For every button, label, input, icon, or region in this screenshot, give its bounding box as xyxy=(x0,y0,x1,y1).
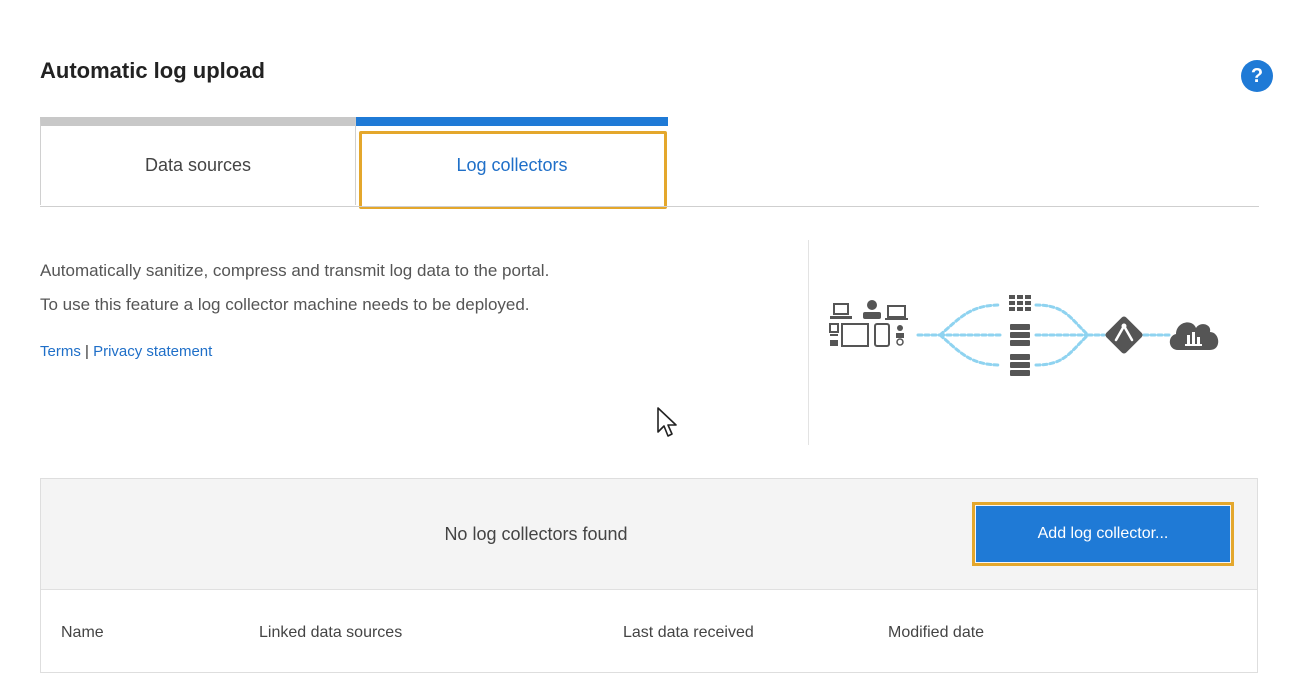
vertical-divider xyxy=(808,240,809,445)
terms-link[interactable]: Terms xyxy=(40,343,81,360)
tab-log-collectors[interactable]: Log collectors xyxy=(356,117,668,205)
firewall-icon xyxy=(1009,295,1031,311)
link-separator: | xyxy=(85,343,89,360)
server-icon xyxy=(1010,354,1030,376)
privacy-statement-link[interactable]: Privacy statement xyxy=(93,343,212,360)
add-log-collector-button[interactable]: Add log collector... xyxy=(972,502,1234,566)
description-line-1: Automatically sanitize, compress and tra… xyxy=(40,261,550,280)
description-line-2: To use this feature a log collector mach… xyxy=(40,295,530,314)
column-header-modified-date[interactable]: Modified date xyxy=(888,624,984,642)
cloud-analytics-icon xyxy=(1169,322,1219,350)
mouse-pointer-icon xyxy=(657,407,677,437)
column-header-last-data-received[interactable]: Last data received xyxy=(623,624,754,642)
column-header-linked-data-sources[interactable]: Linked data sources xyxy=(259,624,402,642)
panel-toolbar: No log collectors found Add log collecto… xyxy=(41,479,1257,590)
description: Automatically sanitize, compress and tra… xyxy=(40,254,549,322)
log-flow-diagram xyxy=(829,295,1219,376)
tab-divider xyxy=(40,206,1259,207)
question-mark-icon[interactable]: ? xyxy=(1241,60,1273,92)
tab-data-sources[interactable]: Data sources xyxy=(40,117,356,205)
endpoint-devices-icon xyxy=(829,300,908,347)
column-header-name[interactable]: Name xyxy=(61,624,104,642)
legal-links: Terms | Privacy statement xyxy=(40,343,212,360)
empty-state-message: No log collectors found xyxy=(444,523,628,544)
log-collector-icon xyxy=(1105,316,1143,354)
page-title: Automatic log upload xyxy=(40,58,265,83)
server-icon xyxy=(1010,324,1030,346)
log-collectors-panel: No log collectors found Add log collecto… xyxy=(40,478,1258,673)
